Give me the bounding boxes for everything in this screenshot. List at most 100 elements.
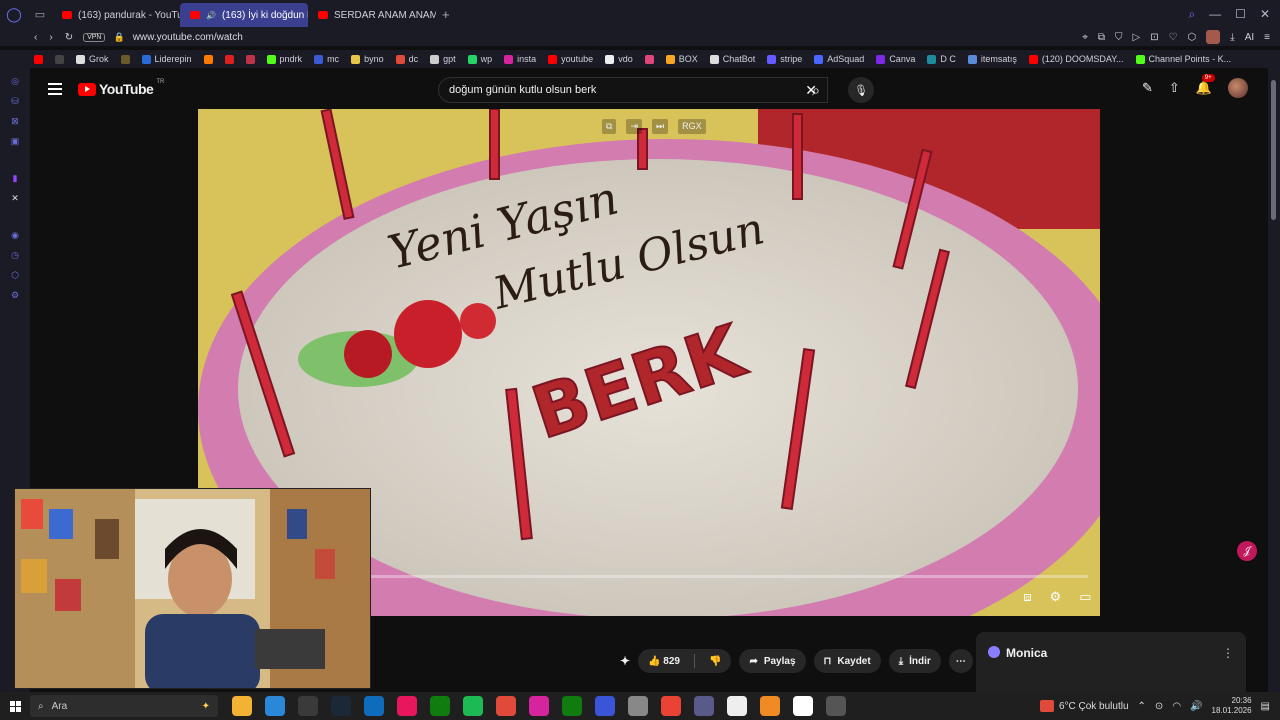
bookmark-item[interactable]: dc (395, 54, 418, 64)
camera-icon[interactable]: ⊡ (1150, 32, 1158, 43)
overlay-tool-button[interactable]: RGX (678, 119, 706, 134)
notifications-button[interactable]: 🔔 9+ (1196, 74, 1215, 96)
volume-icon[interactable]: 🔊 (1190, 701, 1202, 712)
overlay-tool-button[interactable]: ⇥ (626, 119, 642, 134)
dislike-icon[interactable]: 👎 (709, 656, 721, 667)
forward-icon[interactable]: › (49, 32, 52, 43)
snapshot-icon[interactable]: ⧉ (1098, 32, 1105, 43)
bookmark-item[interactable]: mc (314, 54, 339, 64)
bookmark-item[interactable] (644, 54, 654, 64)
upload-icon[interactable]: ⇧ (1169, 80, 1180, 96)
taskbar-app-icon[interactable] (265, 696, 285, 716)
taskbar-app-icon[interactable] (463, 696, 483, 716)
taskbar-app-icon[interactable] (331, 696, 351, 716)
taskbar-app-icon[interactable] (826, 696, 846, 716)
vpn-badge[interactable]: VPN (83, 32, 106, 42)
bookmark-item[interactable]: Grok (76, 54, 109, 64)
overlay-tool-button[interactable]: ⧉ (602, 119, 617, 134)
taskbar-app-icon[interactable] (298, 696, 318, 716)
tab-iyi-ki-dogdun[interactable]: 🔊 (163) İyi ki doğdun BE (180, 3, 308, 27)
ask-ai-icon[interactable]: ✦ (620, 654, 630, 668)
download-icon[interactable]: ⤓ (1230, 32, 1234, 43)
like-button[interactable]: 👍 829 (648, 656, 680, 667)
crypto-wallet-icon[interactable]: ⛁ (11, 96, 19, 107)
settings-gear-icon[interactable]: ⚙ (1050, 589, 1062, 605)
bookmark-item[interactable]: byno (351, 54, 384, 64)
youtube-logo[interactable]: YouTube TR (78, 79, 164, 97)
tab-pandurak[interactable]: (163) pandurak - YouTube (52, 3, 180, 27)
bookmark-item[interactable]: youtube (548, 54, 593, 64)
taskbar-app-icon[interactable] (496, 696, 516, 716)
x-icon[interactable]: ✕ (11, 193, 19, 204)
bookmark-item[interactable] (203, 54, 213, 64)
account-avatar[interactable] (1228, 78, 1248, 98)
url-field[interactable]: www.youtube.com/watch (133, 32, 243, 43)
taskbar-app-icon[interactable] (694, 696, 714, 716)
bookmark-item[interactable] (55, 54, 64, 64)
extensions-icon[interactable]: ⬡ (1188, 32, 1197, 43)
taskbar-app-icon[interactable] (232, 696, 252, 716)
bookmark-item[interactable]: insta (504, 54, 536, 64)
bookmark-item[interactable]: Canva (876, 54, 915, 64)
bookmark-item[interactable]: (120) DOOMSDAY... (1028, 54, 1124, 64)
taskbar-app-icon[interactable] (430, 696, 450, 716)
messenger-icon[interactable]: ◎ (11, 76, 19, 87)
maximize-icon[interactable]: ☐ (1235, 7, 1246, 22)
hamburger-menu-icon[interactable] (48, 83, 62, 95)
wifi-icon[interactable]: ◠ (1172, 701, 1181, 712)
weather-widget[interactable]: 6°C Çok bulutlu (1039, 700, 1129, 712)
back-icon[interactable]: ‹ (34, 32, 37, 43)
overlay-tool-button[interactable]: ⏭ (651, 119, 669, 134)
taskbar-app-icon[interactable] (793, 696, 813, 716)
network-icon[interactable]: ⊙ (1155, 701, 1163, 712)
bookmark-item[interactable]: AdSquad (814, 54, 864, 64)
workspace-icon[interactable]: ▭ (28, 8, 52, 21)
taskbar-search[interactable]: ⌕ Ara ✦ (30, 695, 218, 717)
taskbar-app-icon[interactable] (364, 696, 384, 716)
bookmark-item[interactable] (245, 54, 255, 64)
taskbar-app-icon[interactable] (760, 696, 780, 716)
search-input[interactable]: doğum günün kutlu olsun berk (449, 84, 596, 96)
minimize-icon[interactable]: — (1209, 7, 1221, 22)
monica-floating-icon[interactable]: 𝒥 (1237, 541, 1257, 561)
tray-expand-icon[interactable]: ⌃ (1138, 701, 1146, 712)
taskbar-app-icon[interactable] (529, 696, 549, 716)
taskbar-app-icon[interactable] (562, 696, 582, 716)
search-tabs-icon[interactable]: ⌕ (1188, 7, 1195, 22)
page-scrollbar[interactable] (1268, 68, 1280, 692)
settings-icon[interactable]: ⚙ (11, 290, 19, 301)
speaker-icon[interactable]: 🔊 (206, 11, 216, 20)
monica-menu-icon[interactable]: ⋮ (1222, 646, 1234, 660)
bookmark-item[interactable]: Liderepin (141, 54, 192, 64)
history-icon[interactable]: ◷ (11, 250, 19, 261)
close-icon[interactable]: ✕ (1260, 7, 1270, 22)
bookmark-item[interactable] (224, 54, 234, 64)
download-button[interactable]: ⤓ İndir (888, 649, 941, 673)
search-button[interactable]: ⌕ (798, 77, 834, 103)
shield-icon[interactable]: ⛉ (1115, 32, 1123, 43)
search-box[interactable]: doğum günün kutlu olsun berk ✕ (438, 77, 828, 103)
voice-search-button[interactable]: 🎙 (848, 77, 874, 103)
pinboard-icon[interactable]: ⊠ (11, 116, 19, 127)
save-button[interactable]: ⊓ Kaydet (813, 649, 881, 673)
bookmark-item[interactable]: Channel Points - K... (1135, 54, 1231, 64)
taskbar-app-icon[interactable] (595, 696, 615, 716)
bookmark-item[interactable]: ChatBot (709, 54, 755, 64)
lock-icon[interactable]: 🔒 (113, 32, 124, 43)
more-actions-button[interactable]: ⋯ (948, 649, 973, 673)
scrollbar-thumb[interactable] (1271, 80, 1276, 220)
tab-serdar[interactable]: SERDAR ANAM ANAM - S (308, 3, 436, 27)
bookmark-item[interactable]: BOX (665, 54, 698, 64)
taskbar-app-icon[interactable] (661, 696, 681, 716)
bookmark-item[interactable]: gpt (430, 54, 456, 64)
ai-button[interactable]: AI (1245, 32, 1254, 43)
taskbar-app-icon[interactable] (628, 696, 648, 716)
bookmark-item[interactable] (34, 54, 43, 64)
bookmark-item[interactable]: vdo (605, 54, 633, 64)
menu-icon[interactable]: ≡ (1264, 32, 1270, 43)
windows-start-icon[interactable] (0, 700, 30, 712)
clock[interactable]: 20:36 18.01.2026 (1212, 696, 1252, 716)
player-icon[interactable]: ◉ (11, 230, 19, 241)
reload-icon[interactable]: ↻ (65, 32, 73, 43)
opera-logo-icon[interactable]: ◯ (0, 0, 28, 28)
